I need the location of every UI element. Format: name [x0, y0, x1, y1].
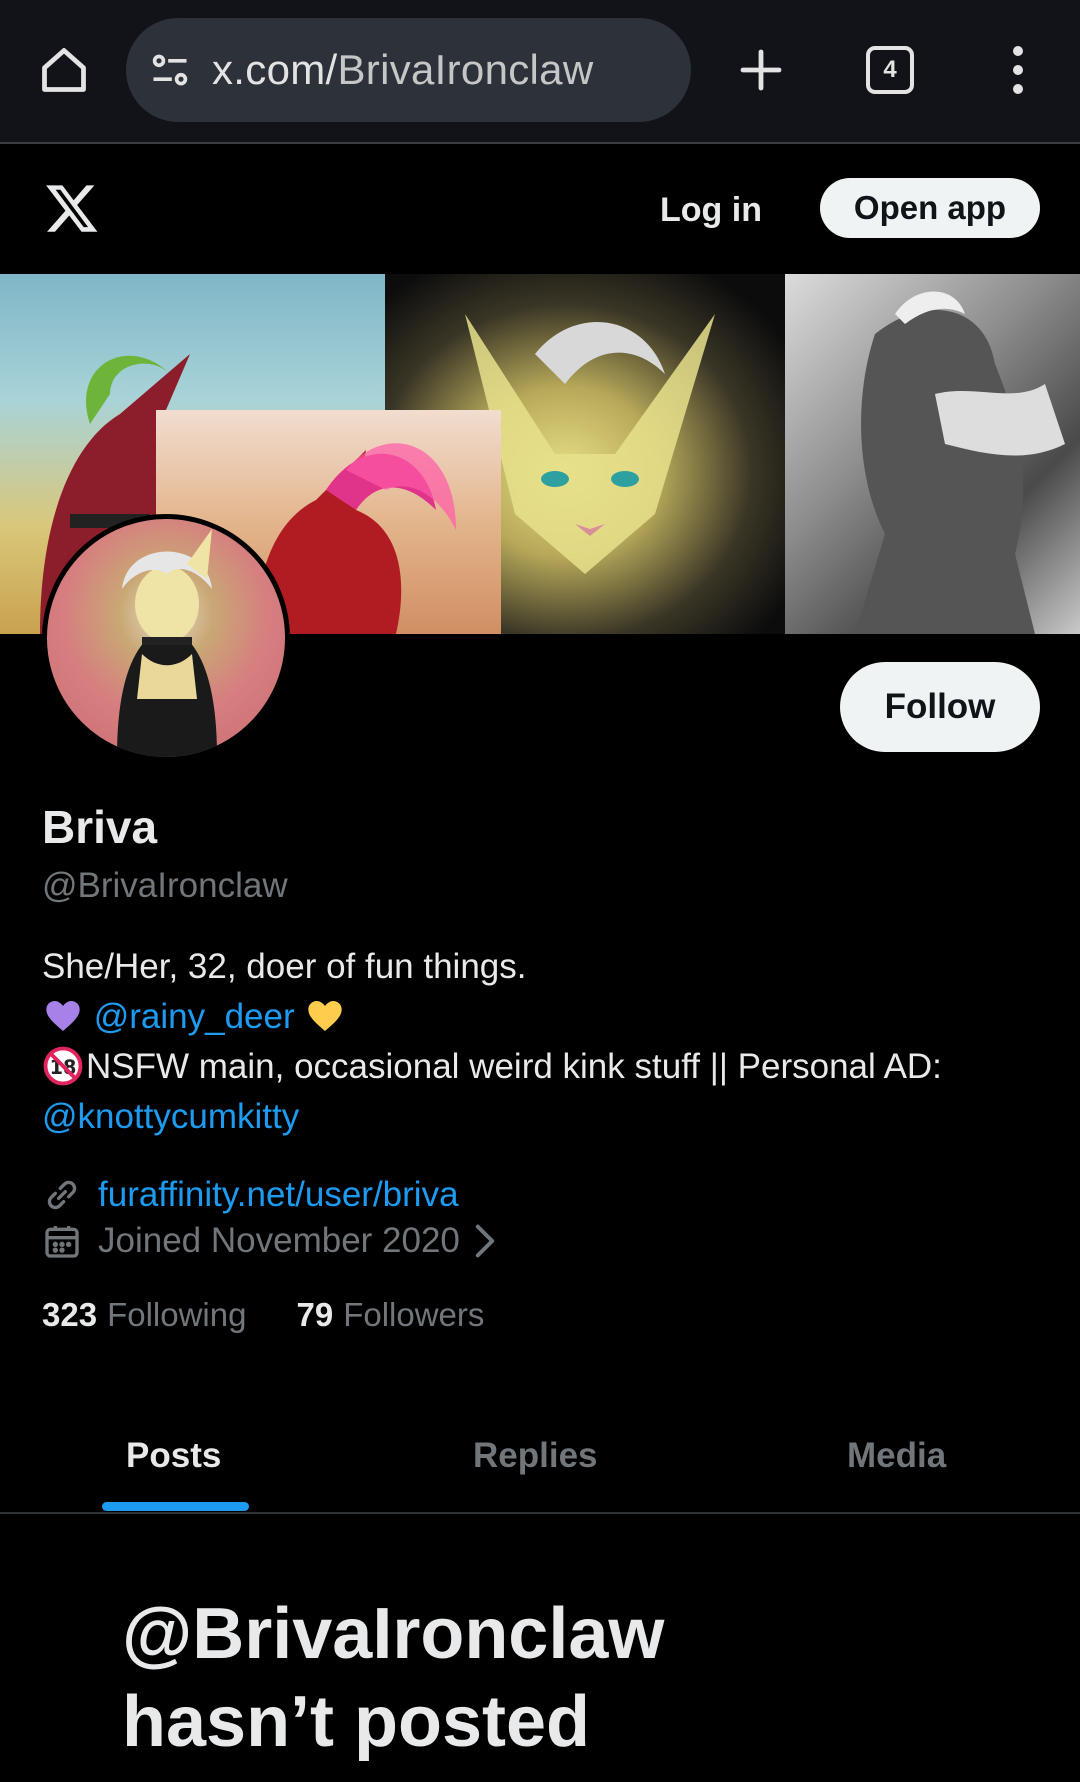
tab-media[interactable]: Media — [847, 1398, 946, 1514]
tab-count: 4 — [883, 56, 897, 83]
profile-stats: 323 Following 79 Followers — [42, 1296, 534, 1334]
following-count-link[interactable]: 323 Following — [42, 1296, 246, 1334]
followers-count: 79 — [296, 1296, 334, 1333]
followers-count-link[interactable]: 79 Followers — [296, 1296, 484, 1334]
address-bar[interactable]: x.com/BrivaIronclaw — [126, 18, 691, 122]
following-label: Following — [107, 1296, 247, 1333]
ad-mention-link[interactable]: @knottycumkitty — [42, 1097, 299, 1136]
url-text: x.com/BrivaIronclaw — [212, 46, 594, 93]
profile-website[interactable]: furaffinity.net/user/briva — [42, 1172, 459, 1218]
browser-toolbar: x.com/BrivaIronclaw 4 — [0, 0, 1080, 144]
tab-replies[interactable]: Replies — [473, 1398, 598, 1514]
link-icon — [47, 1180, 77, 1210]
partner-mention-link[interactable]: @rainy_deer — [94, 997, 295, 1036]
site-header: Log in Open app — [0, 146, 1080, 274]
profile-bio: She/Her, 32, doer of fun things. @rainy_… — [42, 942, 1042, 1142]
tab-posts[interactable]: Posts — [126, 1398, 221, 1514]
tab-switcher-icon[interactable]: 4 — [866, 46, 914, 94]
following-count: 323 — [42, 1296, 98, 1333]
purple-heart-icon — [46, 1001, 80, 1031]
new-tab-icon[interactable] — [727, 36, 795, 104]
yellow-heart-icon — [308, 1001, 343, 1031]
banner-art-panel — [785, 274, 1080, 634]
bio-line: 18 NSFW main, occasional weird kink stuf… — [42, 1042, 1042, 1092]
avatar[interactable] — [42, 514, 290, 762]
open-app-button[interactable]: Open app — [820, 178, 1040, 238]
no-one-under-eighteen-icon: 18 — [43, 1046, 83, 1086]
display-name: Briva — [42, 801, 158, 853]
profile-tabs: Posts Replies Media — [0, 1398, 1080, 1514]
bio-line: @knottycumkitty — [42, 1092, 1042, 1142]
bio-line: She/Her, 32, doer of fun things. — [42, 947, 527, 986]
login-link[interactable]: Log in — [660, 184, 762, 236]
calendar-icon — [45, 1226, 79, 1258]
active-tab-indicator — [102, 1502, 249, 1511]
website-link[interactable]: furaffinity.net/user/briva — [98, 1175, 459, 1215]
followers-label: Followers — [343, 1296, 485, 1333]
chevron-right-icon — [475, 1224, 495, 1258]
home-icon[interactable] — [30, 36, 98, 104]
more-menu-icon[interactable] — [998, 36, 1038, 104]
follow-button[interactable]: Follow — [840, 662, 1040, 752]
profile-handle: @BrivaIronclaw — [42, 866, 288, 905]
join-date-text: Joined November 2020 — [98, 1221, 460, 1260]
x-logo-icon[interactable] — [44, 180, 100, 236]
empty-state-title: @BrivaIronclaw hasn’t posted — [122, 1594, 665, 1762]
join-date[interactable]: Joined November 2020 — [42, 1218, 496, 1264]
bio-line: @rainy_deer — [42, 992, 1042, 1042]
site-settings-icon[interactable] — [148, 48, 192, 92]
